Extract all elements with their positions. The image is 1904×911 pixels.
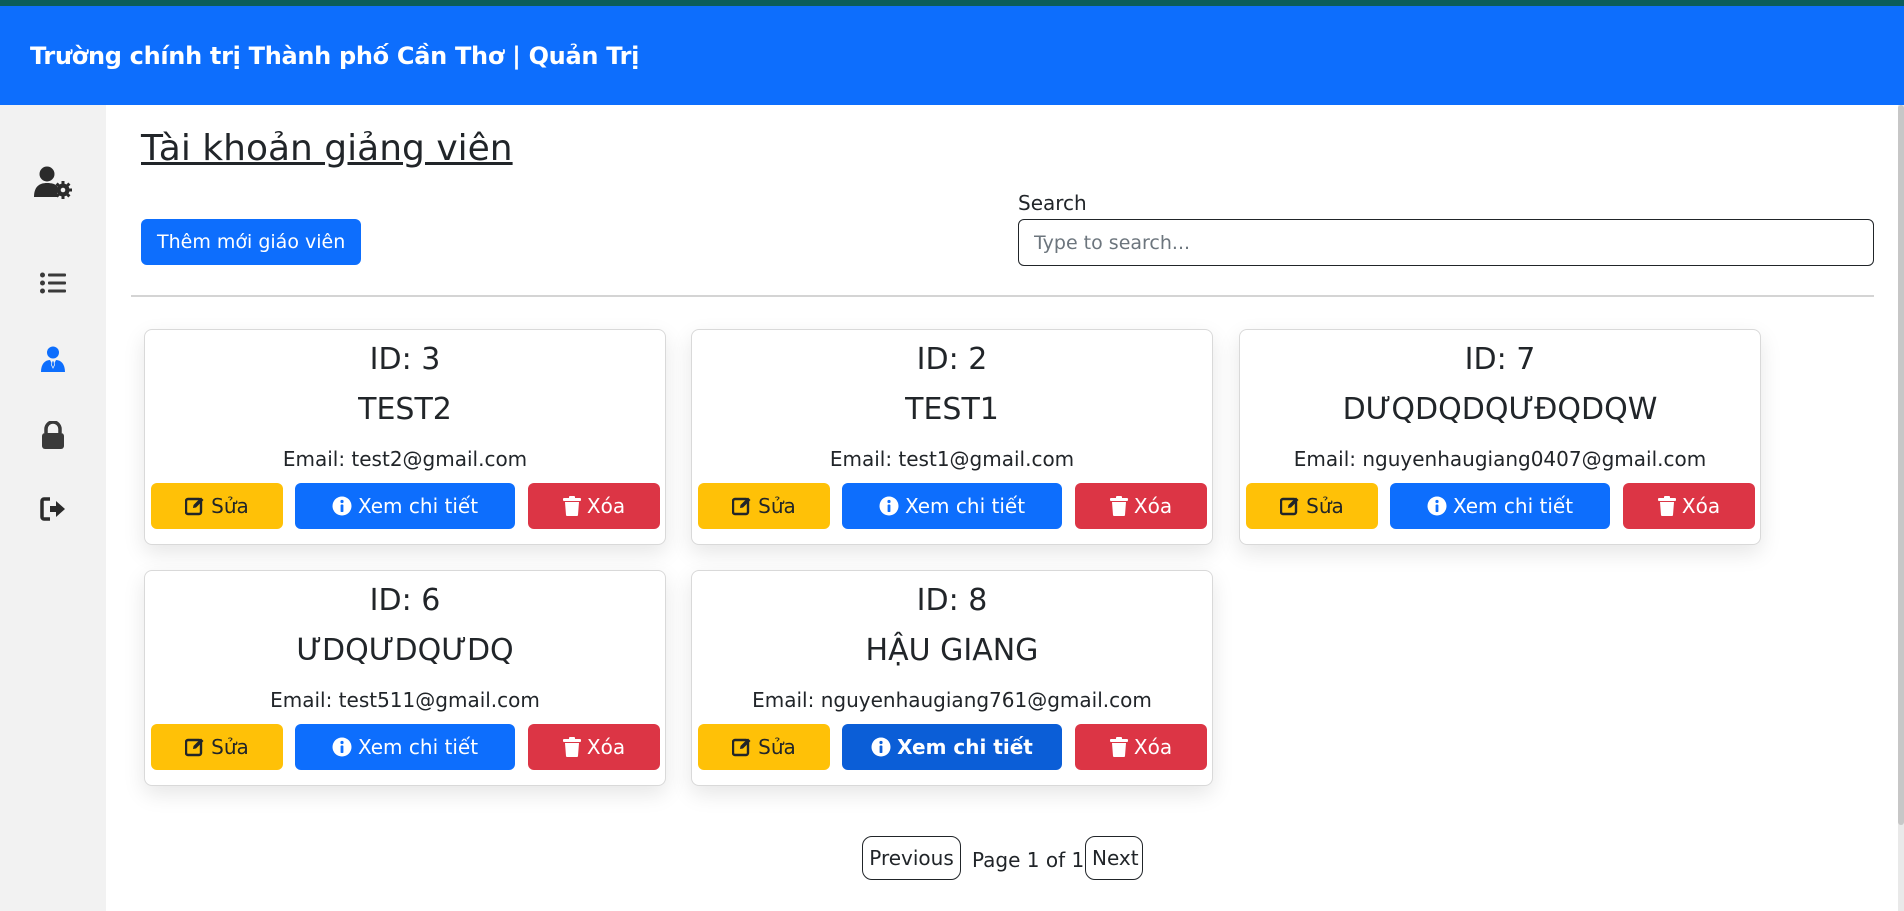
trash-icon	[1109, 737, 1128, 757]
info-circle-icon	[879, 496, 899, 516]
delete-label: Xóa	[586, 735, 626, 759]
card-id: ID: 3	[369, 342, 441, 377]
lock-icon[interactable]	[0, 415, 106, 455]
page-info: Page 1 of 1	[972, 848, 1085, 872]
user-tie-icon[interactable]	[0, 339, 106, 379]
edit-icon	[732, 738, 751, 757]
edit-button[interactable]: Sửa	[151, 483, 283, 529]
delete-button[interactable]: Xóa	[528, 483, 660, 529]
teacher-card: ID: 8 HẬU GIANG Email: nguyenhaugiang761…	[691, 570, 1213, 786]
delete-button[interactable]: Xóa	[1075, 724, 1207, 770]
edit-icon	[1280, 497, 1299, 516]
scrollbar[interactable]	[1898, 105, 1904, 911]
view-detail-label: Xem chi tiết	[357, 735, 479, 759]
view-detail-label: Xem chi tiết	[904, 494, 1026, 518]
info-circle-icon	[871, 737, 891, 757]
info-circle-icon	[1427, 496, 1447, 516]
delete-button[interactable]: Xóa	[528, 724, 660, 770]
edit-label: Sửa	[758, 494, 796, 518]
search-label: Search	[1018, 191, 1087, 215]
info-circle-icon	[332, 496, 352, 516]
teacher-card: ID: 6 ƯDQƯDQƯDQ Email: test511@gmail.com…	[144, 570, 666, 786]
edit-button[interactable]: Sửa	[698, 724, 830, 770]
card-id: ID: 7	[1464, 342, 1536, 377]
list-icon[interactable]	[0, 263, 106, 303]
view-detail-button[interactable]: Xem chi tiết	[295, 483, 515, 529]
delete-button[interactable]: Xóa	[1075, 483, 1207, 529]
search-input[interactable]	[1018, 219, 1874, 266]
main-content: Tài khoản giảng viên Thêm mới giáo viên …	[106, 105, 1898, 911]
info-circle-icon	[332, 737, 352, 757]
trash-icon	[1657, 496, 1676, 516]
trash-icon	[1109, 496, 1128, 516]
edit-label: Sửa	[211, 735, 249, 759]
next-button[interactable]: Next	[1085, 836, 1143, 880]
card-email: Email: nguyenhaugiang0407@gmail.com	[1293, 447, 1707, 471]
trash-icon	[562, 737, 581, 757]
edit-button[interactable]: Sửa	[151, 724, 283, 770]
add-teacher-button[interactable]: Thêm mới giáo viên	[141, 219, 362, 265]
view-detail-button[interactable]: Xem chi tiết	[842, 483, 1062, 529]
previous-button[interactable]: Previous	[862, 836, 961, 880]
navbar: Trường chính trị Thành phố Cần Thơ | Quả…	[0, 6, 1904, 105]
card-name: ƯDQƯDQƯDQ	[296, 633, 514, 668]
view-detail-button[interactable]: Xem chi tiết	[1390, 483, 1610, 529]
card-name: TEST1	[905, 392, 999, 427]
card-id: ID: 6	[369, 583, 441, 618]
delete-label: Xóa	[586, 494, 626, 518]
teacher-card: ID: 2 TEST1 Email: test1@gmail.com Sửa X…	[691, 329, 1213, 545]
sign-out-icon[interactable]	[0, 489, 106, 529]
scrollbar-thumb[interactable]	[1898, 105, 1904, 825]
delete-button[interactable]: Xóa	[1623, 483, 1755, 529]
divider	[131, 295, 1874, 297]
edit-label: Sửa	[758, 735, 796, 759]
card-email: Email: test511@gmail.com	[270, 688, 540, 712]
brand-title[interactable]: Trường chính trị Thành phố Cần Thơ | Quả…	[30, 42, 639, 70]
card-id: ID: 2	[916, 342, 988, 377]
edit-button[interactable]: Sửa	[1246, 483, 1378, 529]
card-email: Email: test2@gmail.com	[282, 447, 528, 471]
card-name: DƯQDQDQƯĐQDQW	[1342, 392, 1658, 427]
edit-label: Sửa	[1306, 494, 1344, 518]
view-detail-label: Xem chi tiết	[1452, 494, 1574, 518]
card-name: TEST2	[358, 392, 452, 427]
edit-icon	[185, 738, 204, 757]
user-gear-icon[interactable]	[0, 162, 106, 202]
edit-label: Sửa	[211, 494, 249, 518]
view-detail-button[interactable]: Xem chi tiết	[842, 724, 1062, 770]
edit-icon	[185, 497, 204, 516]
delete-label: Xóa	[1133, 735, 1173, 759]
card-email: Email: nguyenhaugiang761@gmail.com	[752, 688, 1152, 712]
page-title: Tài khoản giảng viên	[141, 128, 513, 169]
edit-button[interactable]: Sửa	[698, 483, 830, 529]
card-name: HẬU GIANG	[865, 633, 1039, 668]
edit-icon	[732, 497, 751, 516]
view-detail-label: Xem chi tiết	[897, 735, 1033, 759]
view-detail-button[interactable]: Xem chi tiết	[295, 724, 515, 770]
trash-icon	[562, 496, 581, 516]
teacher-card: ID: 7 DƯQDQDQƯĐQDQW Email: nguyenhaugian…	[1239, 329, 1761, 545]
delete-label: Xóa	[1133, 494, 1173, 518]
teacher-card: ID: 3 TEST2 Email: test2@gmail.com Sửa X…	[144, 329, 666, 545]
view-detail-label: Xem chi tiết	[357, 494, 479, 518]
card-email: Email: test1@gmail.com	[829, 447, 1075, 471]
card-id: ID: 8	[916, 583, 988, 618]
delete-label: Xóa	[1681, 494, 1721, 518]
sidebar	[0, 105, 106, 911]
